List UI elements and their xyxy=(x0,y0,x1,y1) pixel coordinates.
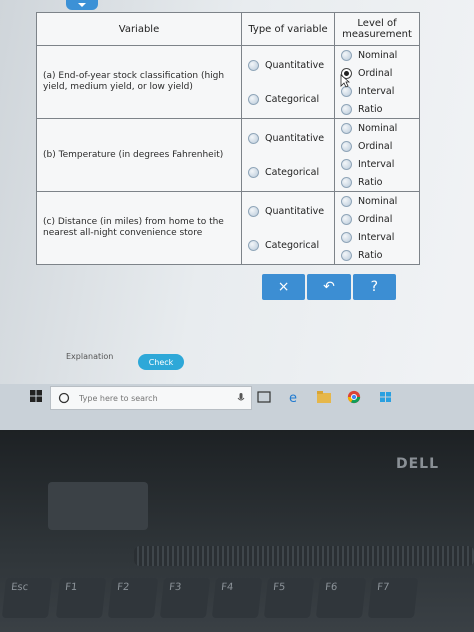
table-row: (c) Distance (in miles) from home to the… xyxy=(36,191,420,265)
radio-icon[interactable] xyxy=(341,122,352,134)
type-cell-b: Quantitative Categorical xyxy=(241,118,335,192)
file-explorer-icon[interactable] xyxy=(316,390,332,404)
header-variable: Variable xyxy=(36,12,242,46)
level-option-interval[interactable]: Interval xyxy=(335,155,419,173)
radio-icon[interactable] xyxy=(248,205,259,217)
help-button[interactable]: ? xyxy=(352,274,396,300)
radio-icon[interactable] xyxy=(341,49,352,61)
table-row: (a) End-of-year stock classification (hi… xyxy=(36,45,420,119)
row-label-a: (a) End-of-year stock classification (hi… xyxy=(36,45,242,119)
header-type: Type of variable xyxy=(241,12,335,46)
browser-screen: Variable Type of variable Level of measu… xyxy=(0,0,474,430)
radio-icon[interactable] xyxy=(341,158,352,170)
radio-icon[interactable] xyxy=(341,103,352,115)
row-label-c: (c) Distance (in miles) from home to the… xyxy=(36,191,242,265)
radio-icon[interactable] xyxy=(341,195,352,207)
answer-actions: × ↶ ? xyxy=(262,274,396,300)
measurement-table: Variable Type of variable Level of measu… xyxy=(36,12,420,265)
laptop-body: DELL Esc F1 F2 F3 F4 F5 F6 F7 xyxy=(0,430,474,632)
level-option-nominal[interactable]: Nominal xyxy=(335,119,419,137)
key-f7: F7 xyxy=(367,578,419,618)
microphone-icon[interactable] xyxy=(237,392,245,404)
radio-icon[interactable] xyxy=(341,213,352,225)
radio-icon[interactable] xyxy=(248,239,259,251)
clear-button[interactable]: × xyxy=(262,274,306,300)
level-option-ordinal[interactable]: Ordinal xyxy=(335,210,419,228)
level-option-ratio[interactable]: Ratio xyxy=(335,173,419,191)
radio-icon[interactable] xyxy=(341,249,352,261)
level-option-nominal[interactable]: Nominal xyxy=(335,192,419,210)
table-row: (b) Temperature (in degrees Fahrenheit) … xyxy=(36,118,420,192)
windows-taskbar: e xyxy=(0,384,474,430)
type-option-quantitative[interactable]: Quantitative xyxy=(242,194,334,228)
radio-icon[interactable] xyxy=(341,140,352,152)
key-f3: F3 xyxy=(159,578,211,618)
type-option-categorical[interactable]: Categorical xyxy=(242,155,334,189)
level-option-nominal[interactable]: Nominal xyxy=(335,46,419,64)
header-level: Level of measurement xyxy=(334,12,420,46)
check-button[interactable]: Check xyxy=(138,354,184,370)
taskbar-search[interactable] xyxy=(50,386,252,410)
level-cell-b: Nominal Ordinal Interval Ratio xyxy=(334,118,420,192)
type-cell-c: Quantitative Categorical xyxy=(241,191,335,265)
type-cell-a: Quantitative Categorical xyxy=(241,45,335,119)
radio-icon[interactable] xyxy=(248,93,259,105)
chrome-icon[interactable] xyxy=(346,390,362,404)
key-f5: F5 xyxy=(263,578,315,618)
hinge-block xyxy=(48,482,148,530)
level-cell-c: Nominal Ordinal Interval Ratio xyxy=(334,191,420,265)
level-option-ratio[interactable]: Ratio xyxy=(335,246,419,264)
store-icon[interactable] xyxy=(378,390,394,404)
type-option-quantitative[interactable]: Quantitative xyxy=(242,48,334,82)
row-label-b: (b) Temperature (in degrees Fahrenheit) xyxy=(36,118,242,192)
key-f1: F1 xyxy=(55,578,107,618)
level-option-ratio[interactable]: Ratio xyxy=(335,100,419,118)
type-option-categorical[interactable]: Categorical xyxy=(242,228,334,262)
type-option-categorical[interactable]: Categorical xyxy=(242,82,334,116)
radio-icon[interactable] xyxy=(341,176,352,188)
search-input[interactable] xyxy=(77,392,231,404)
undo-button[interactable]: ↶ xyxy=(307,274,351,300)
key-f2: F2 xyxy=(107,578,159,618)
key-esc: Esc xyxy=(1,578,53,618)
edge-browser-icon[interactable]: e xyxy=(286,390,302,404)
type-option-quantitative[interactable]: Quantitative xyxy=(242,121,334,155)
speaker-grille xyxy=(134,546,474,566)
key-f4: F4 xyxy=(211,578,263,618)
key-f6: F6 xyxy=(315,578,367,618)
level-option-interval[interactable]: Interval xyxy=(335,228,419,246)
radio-icon[interactable] xyxy=(248,59,259,71)
level-option-ordinal[interactable]: Ordinal xyxy=(335,137,419,155)
explanation-button[interactable]: Explanation xyxy=(66,352,113,361)
search-icon xyxy=(58,392,70,404)
radio-icon[interactable] xyxy=(341,231,352,243)
radio-icon[interactable] xyxy=(248,132,259,144)
brand-logo: DELL xyxy=(396,456,440,472)
task-view-icon[interactable] xyxy=(256,390,272,404)
collapse-tab[interactable] xyxy=(66,0,98,10)
mouse-cursor-icon xyxy=(340,74,350,88)
svg-text:e: e xyxy=(289,391,297,404)
radio-icon[interactable] xyxy=(248,166,259,178)
windows-start-icon[interactable] xyxy=(30,390,42,402)
